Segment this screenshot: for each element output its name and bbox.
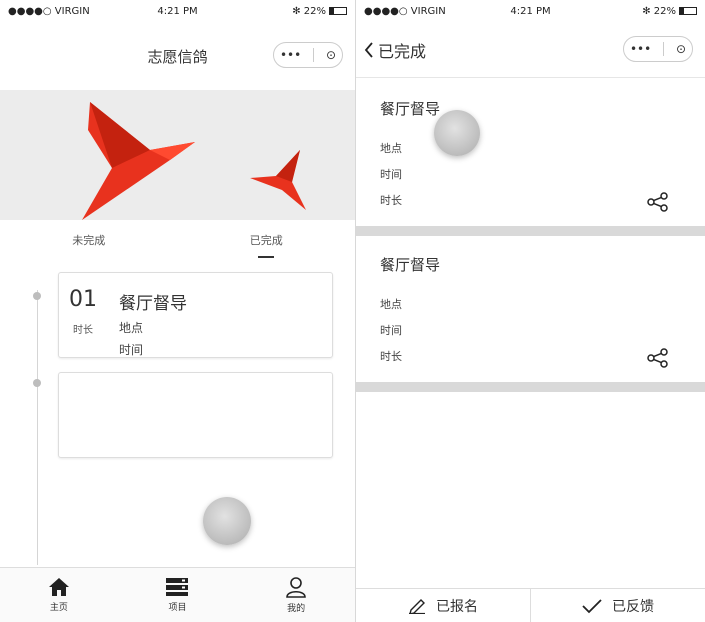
timeline-line: [37, 290, 38, 565]
battery-icon: [679, 6, 697, 15]
carrier-label: ●●●●○ VIRGIN: [364, 5, 446, 17]
carrier-label: ●●●●○ VIRGIN: [8, 5, 90, 17]
item-duration-label: 时长: [380, 194, 402, 207]
tabbar-mine[interactable]: 我的: [285, 576, 307, 614]
tab-completed[interactable]: 已完成: [238, 226, 295, 254]
item-time-label: 时间: [380, 324, 402, 337]
section-divider: [356, 226, 705, 236]
list-item[interactable]: 餐厅督导 地点 时间 时长: [356, 236, 705, 382]
mini-program-capsule: ••• ⊙: [273, 42, 343, 68]
battery-percent: 22%: [303, 5, 326, 17]
item-place-label: 地点: [380, 298, 402, 311]
timeline-dot: [33, 292, 41, 300]
bottom-tabbar: 主页 项目 我的: [0, 567, 355, 622]
item-title: 餐厅督导: [380, 256, 441, 274]
left-screen: ●●●●○ VIRGIN 4:21 PM ✻ 22% 志愿信鸽 ••• ⊙ 未完…: [0, 0, 356, 622]
item-title: 餐厅督导: [380, 100, 441, 118]
status-tabs: 未完成 已完成: [0, 220, 355, 260]
capsule-divider: [663, 42, 665, 56]
bottom-action-bar: 已报名 已反馈: [356, 588, 705, 622]
activity-card[interactable]: 01 时长 餐厅督导 地点 时间: [58, 272, 333, 358]
nav-bar: 已完成 ••• ⊙: [356, 22, 705, 78]
capsule-divider: [313, 48, 315, 62]
back-button[interactable]: 已完成: [364, 38, 426, 62]
timeline-dot: [33, 379, 41, 387]
chevron-left-icon: [364, 42, 373, 58]
registered-button[interactable]: 已报名: [356, 589, 530, 622]
mini-program-capsule: ••• ⊙: [623, 36, 693, 62]
check-icon: [582, 598, 602, 613]
tabbar-mine-label: 我的: [287, 604, 306, 614]
page-title: 志愿信鸽: [147, 47, 208, 66]
more-button[interactable]: •••: [630, 42, 651, 56]
battery-icon: [329, 6, 347, 15]
empty-activity-card[interactable]: [58, 372, 333, 458]
card-number: 01: [69, 287, 97, 312]
item-duration-label: 时长: [380, 350, 402, 363]
tab-incomplete[interactable]: 未完成: [60, 226, 117, 254]
list-item[interactable]: 餐厅督导 地点 时间 时长: [356, 80, 705, 226]
feedback-button-label: 已反馈: [612, 598, 654, 615]
card-place-label: 地点: [119, 321, 144, 335]
card-time-label: 时间: [119, 343, 144, 357]
pen-icon: [409, 598, 425, 614]
hero-banner: [0, 90, 355, 220]
close-button[interactable]: ⊙: [326, 48, 336, 62]
battery-indicator: ✻ 22%: [642, 6, 697, 17]
right-screen: ●●●●○ VIRGIN 4:21 PM ✻ 22% 已完成 ••• ⊙ 餐厅督…: [356, 0, 705, 622]
feedback-button[interactable]: 已反馈: [530, 589, 705, 622]
nav-bar: 志愿信鸽 ••• ⊙: [0, 22, 355, 90]
touch-indicator: [203, 497, 251, 545]
share-icon[interactable]: [647, 348, 669, 368]
status-bar: ●●●●○ VIRGIN 4:21 PM ✻ 22%: [0, 0, 355, 22]
card-title: 餐厅督导: [119, 294, 187, 314]
tabbar-home-label: 主页: [49, 603, 68, 613]
card-duration-label: 时长: [73, 325, 93, 336]
server-icon: [166, 578, 189, 596]
tabbar-projects-label: 项目: [168, 603, 187, 613]
more-button[interactable]: •••: [280, 48, 301, 62]
share-icon[interactable]: [647, 192, 669, 212]
battery-indicator: ✻ 22%: [292, 6, 347, 17]
close-button[interactable]: ⊙: [676, 42, 686, 56]
registered-button-label: 已报名: [436, 598, 478, 615]
user-icon: [286, 577, 306, 598]
home-icon: [48, 578, 69, 596]
origami-bird-icon: [82, 102, 306, 220]
status-bar: ●●●●○ VIRGIN 4:21 PM ✻ 22%: [356, 0, 705, 22]
item-place-label: 地点: [380, 142, 402, 155]
section-divider: [356, 382, 705, 392]
battery-percent: 22%: [653, 5, 676, 17]
touch-indicator: [434, 110, 480, 156]
tabbar-home[interactable]: 主页: [48, 577, 70, 613]
item-time-label: 时间: [380, 168, 402, 181]
tabbar-projects[interactable]: 项目: [165, 577, 189, 613]
page-title: 已完成: [378, 42, 427, 61]
